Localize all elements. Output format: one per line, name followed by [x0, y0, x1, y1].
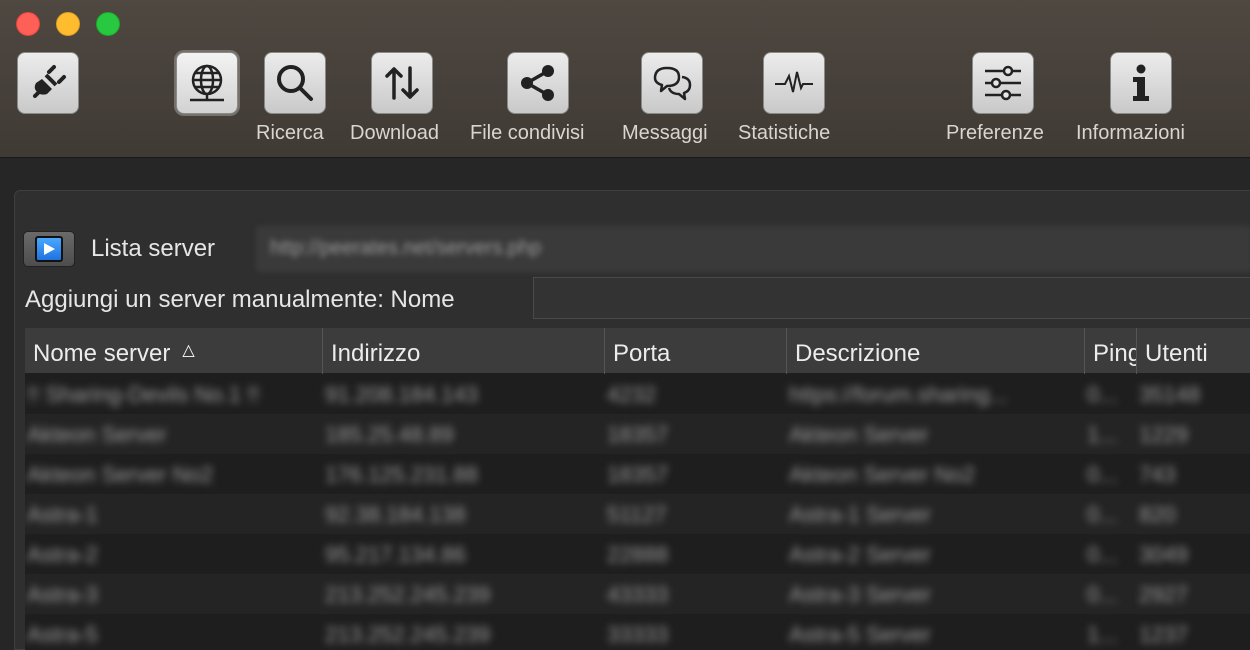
chat-icon — [641, 52, 703, 114]
toolbar-messaggi[interactable] — [641, 52, 703, 114]
table-row[interactable]: Astra-2 95.217.134.86 22888 Astra-2 Serv… — [25, 534, 1250, 574]
cell-indirizzo: 185.25.48.89 — [325, 422, 454, 447]
cell-ping: 0... — [1087, 502, 1118, 527]
cell-ping: 1... — [1087, 422, 1118, 447]
table-row[interactable]: Astra-3 213.252.245.239 43333 Astra-3 Se… — [25, 574, 1250, 614]
cell-utenti: 1237 — [1139, 622, 1188, 647]
toolbar-statistiche-label: Statistiche — [738, 122, 831, 144]
table-row[interactable]: Astra-1 92.38.184.138 51127 Astra-1 Serv… — [25, 494, 1250, 534]
table-header: Nome server △ Indirizzo Porta Descrizione… — [25, 328, 1250, 374]
table-row[interactable]: Astra-5 213.252.245.239 33333 Astra-5 Se… — [25, 614, 1250, 650]
cell-porta: 22888 — [607, 542, 669, 567]
cell-indirizzo: 91.208.184.143 — [325, 382, 478, 407]
cell-nome: Astra-3 — [27, 582, 98, 607]
cell-ping: 0... — [1087, 582, 1118, 607]
close-window-button[interactable] — [16, 12, 40, 36]
column-header-utenti[interactable]: Utenti — [1137, 328, 1250, 374]
cell-indirizzo: 213.252.245.239 — [325, 582, 491, 607]
cell-descrizione: Astra-5 Server — [789, 622, 931, 647]
cell-utenti: 743 — [1139, 462, 1176, 487]
server-list-url-field[interactable]: http://peerates.net/servers.php — [257, 227, 1250, 271]
cell-indirizzo: 176.125.231.88 — [325, 462, 478, 487]
cell-porta: 51127 — [607, 502, 667, 527]
toolbar-download-label: Download — [350, 122, 439, 144]
sliders-icon — [972, 52, 1034, 114]
cell-descrizione: Astra-3 Server — [789, 582, 931, 607]
cell-indirizzo: 92.38.184.138 — [325, 502, 466, 527]
cell-indirizzo: 213.252.245.239 — [325, 622, 491, 647]
cell-porta: 33333 — [607, 622, 669, 647]
cell-nome: Akteon Server No2 — [27, 462, 213, 487]
table-row[interactable]: !! Sharing-Devils No.1 !! 91.208.184.143… — [25, 374, 1250, 414]
play-icon — [35, 236, 63, 262]
cell-nome: Astra-1 — [27, 502, 98, 527]
zoom-window-button[interactable] — [96, 12, 120, 36]
server-name-field[interactable] — [533, 277, 1250, 319]
cell-descrizione: https://forum.sharing... — [789, 382, 1008, 407]
cell-ping: 0... — [1087, 462, 1118, 487]
cell-nome: Astra-5 — [27, 622, 98, 647]
info-icon — [1110, 52, 1172, 114]
cell-descrizione: Akteon Server No2 — [789, 462, 975, 487]
cell-utenti: 3049 — [1139, 542, 1188, 567]
globe-icon — [176, 52, 238, 114]
toolbar-ricerca[interactable] — [264, 52, 326, 114]
toolbar-messaggi-label: Messaggi — [622, 122, 708, 144]
toolbar-file-condivisi-label: File condivisi — [470, 122, 585, 144]
cell-descrizione: Astra-1 Server — [789, 502, 931, 527]
minimize-window-button[interactable] — [56, 12, 80, 36]
column-header-ping[interactable]: Ping — [1085, 328, 1137, 374]
cell-nome: Akteon Server — [27, 422, 167, 447]
server-table: Nome server △ Indirizzo Porta Descrizione… — [25, 328, 1250, 650]
sort-ascending-icon: △ — [182, 342, 195, 359]
server-list-label: Lista server — [91, 235, 216, 262]
toolbar-statistiche[interactable] — [763, 52, 825, 114]
table-row[interactable]: Akteon Server 185.25.48.89 18357 Akteon … — [25, 414, 1250, 454]
table-row[interactable]: Akteon Server No2 176.125.231.88 18357 A… — [25, 454, 1250, 494]
cell-descrizione: Akteon Server — [789, 422, 929, 447]
servers-panel: Lista server http://peerates.net/servers… — [14, 190, 1250, 650]
column-header-nome-server[interactable]: Nome server △ — [25, 328, 323, 374]
search-icon — [264, 52, 326, 114]
main-area: Lista server http://peerates.net/servers… — [0, 158, 1250, 650]
cell-ping: 1... — [1087, 622, 1118, 647]
toolbar-preferenze[interactable] — [972, 52, 1034, 114]
toolbar-informazioni-label: Informazioni — [1076, 122, 1185, 144]
plug-icon — [17, 52, 79, 114]
toolbar-file-condivisi[interactable] — [507, 52, 569, 114]
cell-porta: 18357 — [607, 462, 669, 487]
column-header-indirizzo[interactable]: Indirizzo — [323, 328, 605, 374]
arrows-updown-icon — [371, 52, 433, 114]
toolbar-preferenze-label: Preferenze — [946, 122, 1044, 144]
cell-porta: 4232 — [607, 382, 656, 407]
share-icon — [507, 52, 569, 114]
cell-ping: 0... — [1087, 382, 1118, 407]
toolbar-servers[interactable] — [176, 52, 238, 122]
cell-nome: !! Sharing-Devils No.1 !! — [27, 382, 260, 407]
column-header-porta[interactable]: Porta — [605, 328, 787, 374]
toolbar-informazioni[interactable] — [1110, 52, 1172, 114]
cell-descrizione: Astra-2 Server — [789, 542, 931, 567]
toolbar-download[interactable] — [371, 52, 433, 114]
window-toolbar: Ricerca Download File condivisi Messaggi… — [0, 0, 1250, 158]
cell-ping: 0... — [1087, 542, 1118, 567]
cell-utenti: 35148 — [1139, 382, 1201, 407]
cell-utenti: 820 — [1139, 502, 1176, 527]
update-server-list-button[interactable] — [23, 231, 75, 267]
column-header-descrizione[interactable]: Descrizione — [787, 328, 1085, 374]
cell-nome: Astra-2 — [27, 542, 98, 567]
cell-porta: 43333 — [607, 582, 669, 607]
cell-porta: 18357 — [607, 422, 669, 447]
cell-utenti: 2927 — [1139, 582, 1188, 607]
toolbar-ricerca-label: Ricerca — [256, 122, 324, 144]
manual-add-label: Aggiungi un server manualmente: Nome — [25, 286, 455, 313]
pulse-icon — [763, 52, 825, 114]
toolbar-connect[interactable] — [17, 52, 79, 122]
table-body: !! Sharing-Devils No.1 !! 91.208.184.143… — [25, 374, 1250, 650]
cell-utenti: 1229 — [1139, 422, 1188, 447]
cell-indirizzo: 95.217.134.86 — [325, 542, 466, 567]
